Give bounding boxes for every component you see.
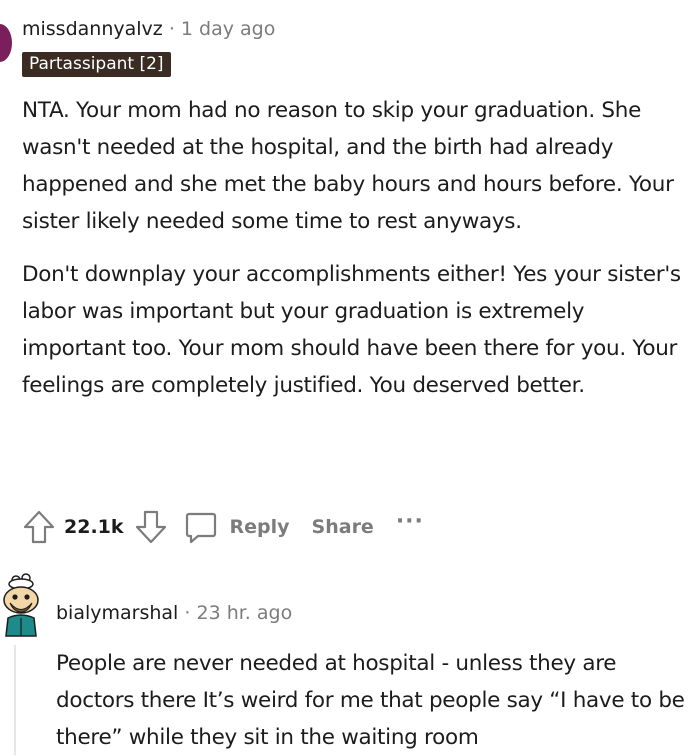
comment-author[interactable]: missdannyalvz (22, 18, 163, 40)
comment-paragraph: NTA. Your mom had no reason to skip your… (22, 98, 674, 234)
comment-action-bar: 22.1k Reply Share ··· (22, 507, 424, 547)
comment-header: missdannyalvz · 1 day ago (22, 16, 275, 42)
more-dots-icon[interactable]: ··· (396, 509, 424, 534)
vote-count: 22.1k (64, 516, 124, 538)
comment-timestamp[interactable]: 1 day ago (181, 18, 275, 40)
comment-bubble-icon[interactable] (184, 510, 218, 544)
header-separator: · (168, 18, 175, 40)
reply-header: bialymarshal · 23 hr. ago (56, 600, 292, 626)
reply-timestamp[interactable]: 23 hr. ago (196, 602, 292, 624)
header-separator: · (184, 602, 191, 624)
user-flair: Partassipant [2] (22, 52, 171, 77)
reply-button[interactable]: Reply (230, 516, 290, 538)
comment-paragraph: Don't downplay your accomplishments eith… (22, 262, 681, 398)
reply-author[interactable]: bialymarshal (56, 602, 178, 624)
snoo-avatar-icon[interactable] (0, 572, 44, 638)
user-avatar[interactable] (0, 24, 12, 62)
thread-line[interactable] (14, 645, 16, 755)
reply-body: People are never needed at hospital - un… (56, 651, 685, 750)
downvote-arrow-icon[interactable] (134, 509, 168, 545)
upvote-arrow-icon[interactable] (22, 509, 56, 545)
share-button[interactable]: Share (312, 516, 374, 538)
comment-body: NTA. Your mom had no reason to skip your… (22, 92, 692, 420)
